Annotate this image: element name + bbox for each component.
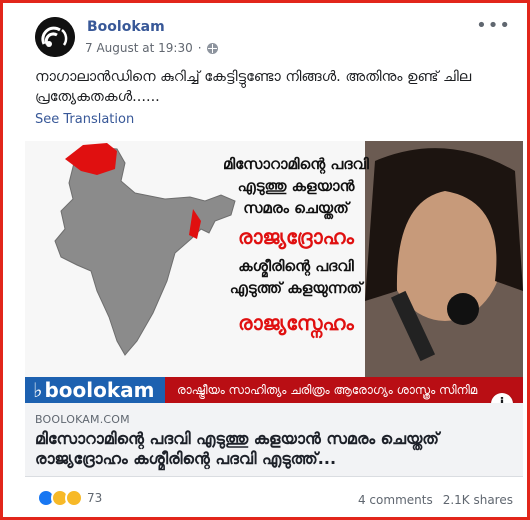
link-domain: BOOLOKAM.COM	[35, 413, 130, 426]
author-name[interactable]: Boolokam	[87, 19, 165, 35]
image-ribbon: ♭ boolokam രാഷ്ട്രീയം സാഹിത്യം ചരിത്രം ആ…	[25, 377, 523, 403]
slogan-line-4: രാജ്യദ്രോഹം	[238, 225, 354, 249]
comments-count[interactable]: 4 comments	[358, 493, 433, 507]
slogan-line-2: എടുത്തു കളയാൻ	[237, 177, 355, 195]
boolokam-mark-icon: ♭	[33, 378, 43, 402]
post-stats: 4 comments 2.1K shares	[358, 493, 513, 507]
post-frame: Boolokam 7 August at 19:30 · ••• നാഗാലാൻ…	[0, 0, 530, 520]
more-options-icon[interactable]: •••	[476, 15, 511, 36]
slogan-line-1: മിസോറാമിന്റെ പദവി	[223, 155, 369, 173]
slogan-line-6: എടുത്ത് കളയുന്നത്	[229, 279, 363, 297]
timestamp[interactable]: 7 August at 19:30	[85, 41, 193, 55]
slogan-line-7: രാജ്യസ്നേഹം	[238, 311, 354, 335]
wow-reaction-icon	[65, 489, 83, 507]
link-preview[interactable]: BOOLOKAM.COM മിസോറാമിന്റെ പദവി എടുത്തു ക…	[25, 403, 523, 477]
see-translation-link[interactable]: See Translation	[35, 112, 134, 127]
globe-icon[interactable]	[206, 42, 218, 54]
avatar[interactable]	[35, 17, 75, 57]
shares-count[interactable]: 2.1K shares	[443, 493, 513, 507]
post-text: നാഗാലാൻഡിനെ കുറിച്ച് കേട്ടിട്ടുണ്ടോ നിങ്…	[35, 69, 472, 105]
brand-banner: ♭ boolokam	[25, 377, 165, 403]
post-footer: 73 4 comments 2.1K shares	[25, 479, 523, 513]
post-meta: 7 August at 19:30 ·	[85, 41, 218, 55]
post-image[interactable]: മിസോറാമിന്റെ പദവി എടുത്തു കളയാൻ സമരം ചെയ…	[25, 141, 523, 403]
slogan-line-5: കശ്മീരിന്റെ പദവി	[238, 257, 354, 275]
boolokam-logo-icon	[35, 17, 75, 57]
category-strip: രാഷ്ട്രീയം സാഹിത്യം ചരിത്രം ആരോഗ്യം ശാസ്…	[177, 382, 478, 397]
reactions[interactable]: 73	[37, 489, 102, 507]
brand-name: boolokam	[44, 378, 155, 402]
facebook-post: Boolokam 7 August at 19:30 · ••• നാഗാലാൻ…	[11, 9, 523, 517]
reaction-count[interactable]: 73	[87, 491, 102, 505]
slogan-line-3: സമരം ചെയ്തത്	[243, 199, 349, 217]
link-headline[interactable]: മിസോറാമിന്റെ പദവി എടുത്തു കളയാൻ സമരം ചെയ…	[35, 429, 515, 469]
